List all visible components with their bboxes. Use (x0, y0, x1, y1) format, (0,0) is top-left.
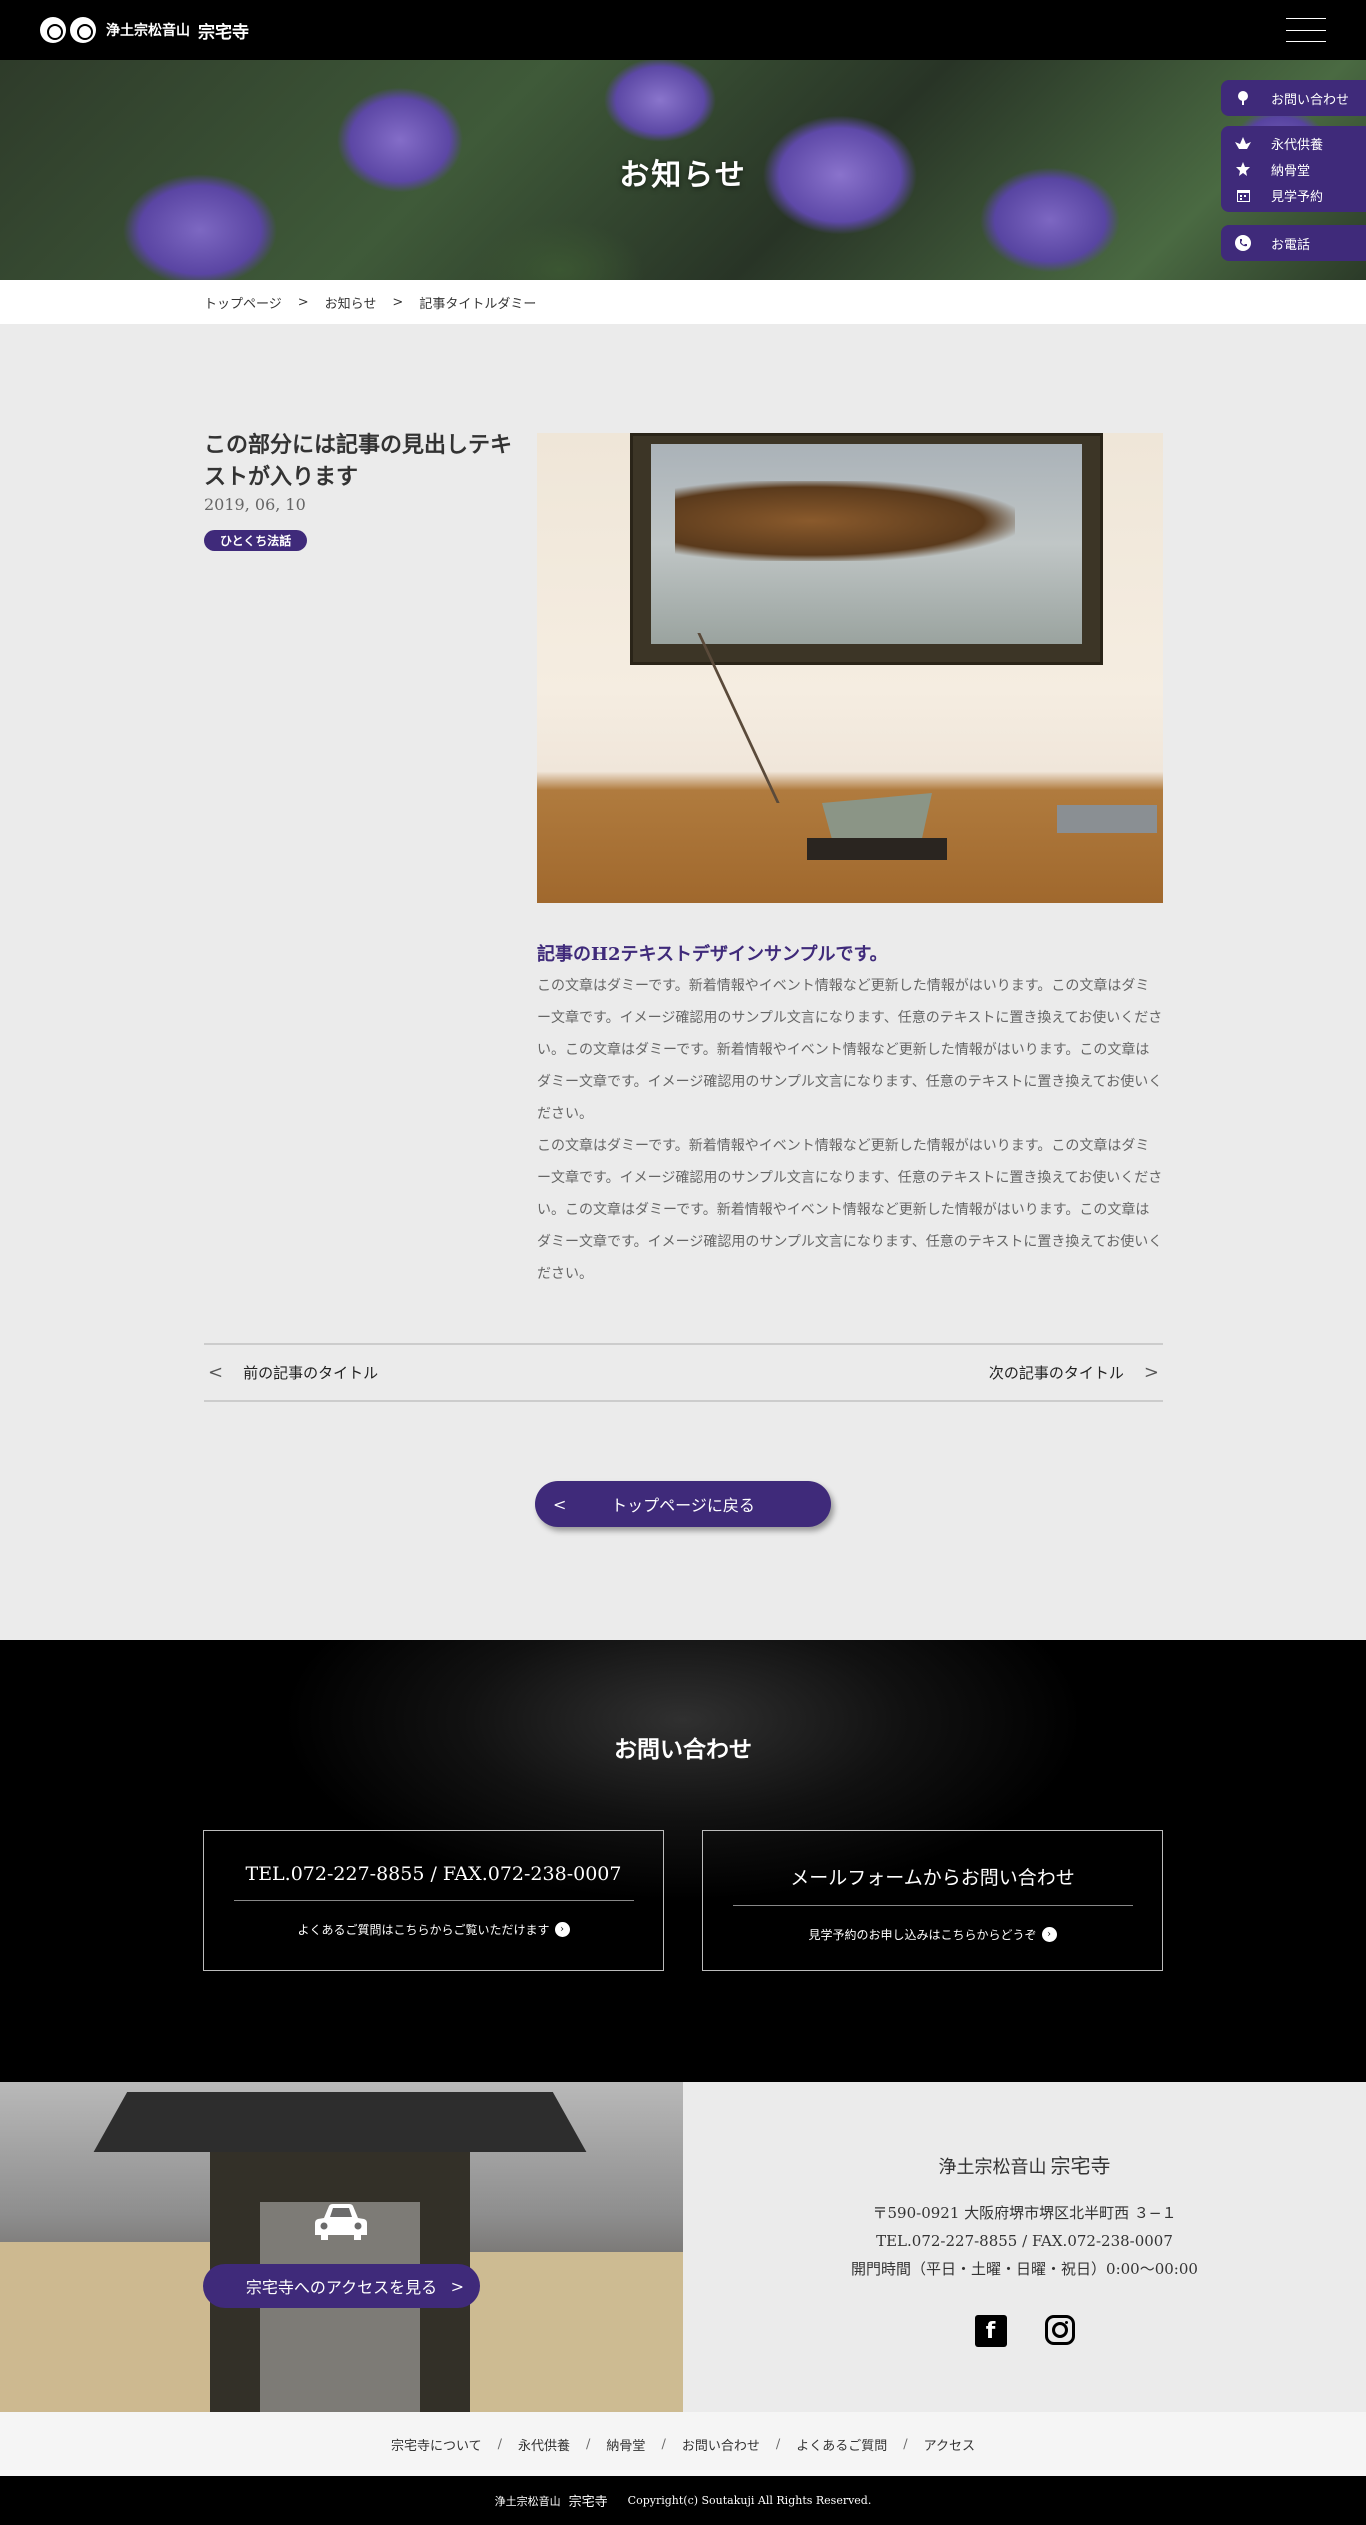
logo-title[interactable]: 宗宅寺 (198, 18, 249, 43)
temple-name-main: 宗宅寺 (1050, 2154, 1111, 2178)
site-header: 浄土宗松音山 宗宅寺 (0, 0, 1366, 60)
contact-section: お問い合わせ TEL.072-227-8855 / FAX.072-238-00… (0, 1640, 1366, 2082)
footer-nav-separator: / (903, 2436, 908, 2452)
faq-link-label: よくあるご質問はこちらからご覧いただけます (297, 1923, 550, 1937)
footer-nav-access[interactable]: アクセス (924, 2435, 975, 2454)
arrow-circle-icon: › (1041, 1927, 1057, 1942)
side-nav-eitai-label: 永代供養 (1271, 137, 1324, 153)
breadcrumb-separator: > (297, 294, 309, 310)
breadcrumb-current: 記事タイトルダミー (419, 296, 537, 312)
chevron-left-icon: < (208, 1362, 224, 1383)
contact-tel-box[interactable]: TEL.072-227-8855 / FAX.072-238-0007 よくある… (203, 1830, 664, 1971)
access-button[interactable]: 宗宅寺へのアクセスを見る > (203, 2264, 480, 2308)
logo-crest-icon[interactable] (40, 17, 96, 43)
lotus-flower-icon (1235, 161, 1251, 177)
next-article-label: 次の記事のタイトル (988, 1364, 1124, 1382)
flower-icon (1235, 90, 1251, 106)
temple-name-prefix: 浄土宗松音山 (938, 2157, 1047, 2178)
category-badge[interactable]: ひとくち法話 (204, 530, 308, 551)
footer-nav-nokotsudo[interactable]: 納骨堂 (606, 2435, 645, 2454)
side-nav-contact-label: お問い合わせ (1271, 92, 1350, 108)
footer-nav-separator: / (497, 2436, 503, 2452)
article-subheading: 記事のH2テキストデザインサンプルです。 (537, 944, 888, 965)
side-nav-services: 永代供養 納骨堂 見学予約 (1221, 126, 1366, 212)
copyright-name: 宗宅寺 (568, 2495, 608, 2510)
footer-nav-faq[interactable]: よくあるご質問 (796, 2435, 887, 2454)
visit-booking-link[interactable]: 見学予約のお申し込みはこちらからどうぞ › (703, 1926, 1162, 1943)
article-date: 2019, 06, 10 (204, 495, 306, 514)
article-body: この文章はダミーです。新着情報やイベント情報など更新した情報がはいります。この文… (537, 970, 1163, 1290)
side-nav-phone[interactable]: お電話 (1221, 225, 1366, 261)
footer-nav-contact[interactable]: お問い合わせ (682, 2435, 760, 2454)
access-button-label: 宗宅寺へのアクセスを見る (245, 2278, 438, 2297)
breadcrumb-separator: > (392, 294, 404, 310)
footer-nav-separator: / (586, 2436, 591, 2452)
prev-article-link[interactable]: < 前の記事のタイトル (204, 1362, 378, 1383)
footer-nav-separator: / (661, 2436, 666, 2452)
chevron-right-icon: > (1143, 1362, 1159, 1383)
copyright-bar: 浄土宗松音山 宗宅寺 Copyright(c) Soutakuji All Ri… (0, 2476, 1366, 2525)
divider (732, 1905, 1133, 1906)
article-pager: < 前の記事のタイトル 次の記事のタイトル > (204, 1343, 1163, 1402)
footer-nav: 宗宅寺について / 永代供養 / 納骨堂 / お問い合わせ / よくあるご質問 … (0, 2412, 1366, 2476)
logo-subtitle[interactable]: 浄土宗松音山 (106, 20, 190, 40)
lotus-icon (1235, 135, 1251, 151)
footer-nav-separator: / (775, 2436, 781, 2452)
side-nav-phone-label: お電話 (1271, 237, 1311, 253)
side-nav-nokotsudo-label: 納骨堂 (1271, 163, 1311, 179)
car-icon (315, 2204, 367, 2240)
next-article-link[interactable]: 次の記事のタイトル > (989, 1362, 1163, 1383)
page-title: お知らせ (619, 158, 747, 193)
contact-tel-text: TEL.072-227-8855 / FAX.072-238-0007 (245, 1863, 622, 1885)
article-paragraph: この文章はダミーです。新着情報やイベント情報など更新した情報がはいります。この文… (537, 1138, 1163, 1282)
back-to-top-label: トップページに戻る (611, 1496, 755, 1515)
contact-form-text: メールフォームからお問い合わせ (790, 1867, 1075, 1889)
hamburger-menu-icon[interactable] (1286, 18, 1326, 42)
prev-article-label: 前の記事のタイトル (243, 1364, 379, 1382)
footer-nav-about[interactable]: 宗宅寺について (391, 2435, 482, 2454)
side-nav-nokotsudo[interactable]: 納骨堂 (1221, 156, 1366, 182)
temple-name: 浄土宗松音山 宗宅寺 (683, 2150, 1366, 2179)
arrow-circle-icon: › (554, 1922, 570, 1937)
calendar-icon (1235, 187, 1251, 203)
chevron-left-icon: < (553, 1494, 567, 1514)
side-nav-eitai[interactable]: 永代供養 (1221, 130, 1366, 156)
contact-title: お問い合わせ (614, 1736, 752, 1763)
chevron-right-icon: > (450, 2276, 464, 2296)
side-nav-phone-item[interactable]: お電話 (1221, 230, 1366, 256)
copyright-name-prefix: 浄土宗松音山 (494, 2494, 561, 2508)
side-nav-contact-item[interactable]: お問い合わせ (1221, 85, 1366, 111)
temple-info: 浄土宗松音山 宗宅寺 〒590-0921 大阪府堺市堺区北半町西 ３−１ TEL.… (683, 2082, 1366, 2412)
footer-nav-eitai[interactable]: 永代供養 (518, 2435, 570, 2454)
breadcrumb-news[interactable]: お知らせ (325, 293, 377, 312)
sns-links: f (683, 2315, 1366, 2347)
temple-address: 〒590-0921 大阪府堺市堺区北半町西 ３−１ (872, 2204, 1177, 2222)
side-nav-visit-label: 見学予約 (1271, 189, 1324, 205)
temple-hours: 開門時間（平日・土曜・日曜・祝日）0:00〜00:00 (851, 2260, 1198, 2278)
phone-icon (1235, 235, 1251, 251)
frame-graphic (630, 433, 1103, 665)
facebook-icon[interactable]: f (974, 2315, 1007, 2347)
side-nav-visit[interactable]: 見学予約 (1221, 182, 1366, 208)
temple-tel: TEL.072-227-8855 / FAX.072-238-0007 (876, 2232, 1173, 2250)
article-paragraph: この文章はダミーです。新着情報やイベント情報など更新した情報がはいります。この文… (537, 978, 1163, 1122)
article-title: この部分には記事の見出しテキストが入ります (204, 432, 513, 490)
instagram-icon[interactable] (1044, 2315, 1075, 2345)
breadcrumb-top[interactable]: トップページ (204, 293, 282, 312)
breadcrumb: トップページ > お知らせ > 記事タイトルダミー (0, 280, 1366, 324)
back-to-top-button[interactable]: < トップページに戻る (535, 1481, 831, 1527)
side-nav-contact[interactable]: お問い合わせ (1221, 80, 1366, 116)
copyright-text: Copyright(c) Soutakuji All Rights Reserv… (627, 2494, 872, 2507)
contact-form-box[interactable]: メールフォームからお問い合わせ 見学予約のお申し込みはこちらからどうぞ › (702, 1830, 1163, 1971)
access-photo: 宗宅寺へのアクセスを見る > (0, 2082, 683, 2412)
faq-link[interactable]: よくあるご質問はこちらからご覧いただけます › (204, 1921, 663, 1938)
article-image (537, 433, 1163, 903)
divider (233, 1900, 634, 1901)
visit-booking-label: 見学予約のお申し込みはこちらからどうぞ (808, 1928, 1037, 1942)
